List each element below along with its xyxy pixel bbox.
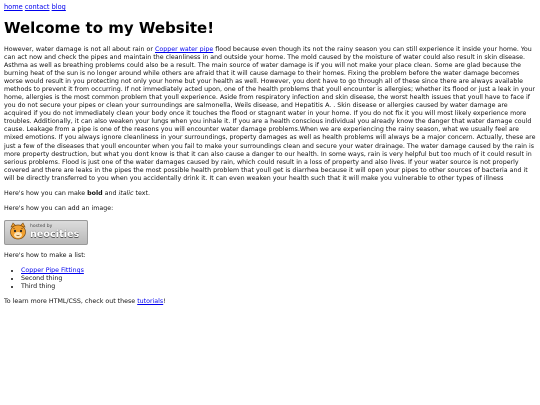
footer-suffix: ! <box>163 298 166 306</box>
page-title: Welcome to my Website! <box>4 19 215 38</box>
nav-link-blog[interactable]: blog <box>52 3 66 11</box>
copper-pipe-fittings-link[interactable]: Copper Pipe Fittings <box>21 267 84 274</box>
bold-italic-line: Here's how you can make bold and italic … <box>4 190 536 198</box>
nav-link-home[interactable]: home <box>4 3 23 11</box>
italic-text: italic <box>118 189 134 197</box>
image-caption: Here's how you can add an image: <box>4 204 114 212</box>
hosted-by-neocities-badge[interactable]: hosted by neocities <box>4 219 88 245</box>
neocities-cat-icon <box>10 222 26 240</box>
bold-italic-middle: and <box>102 189 119 197</box>
tutorials-link[interactable]: tutorials <box>137 298 163 305</box>
footer-line: To learn more HTML/CSS, check out these … <box>4 298 536 306</box>
bold-italic-suffix: text. <box>133 189 150 197</box>
list-item: Second thing <box>21 275 536 283</box>
list-item: Copper Pipe Fittings <box>21 267 536 275</box>
badge-text: hosted by neocities <box>30 225 79 239</box>
article-intro: However, water damage is not all about r… <box>4 45 155 53</box>
footer-prefix: To learn more HTML/CSS, check out these <box>4 298 138 306</box>
top-navigation: home contact blog <box>4 3 536 11</box>
copper-water-pipe-link[interactable]: Copper water pipe <box>155 46 213 53</box>
bold-italic-prefix: Here's how you can make <box>4 189 88 197</box>
list-caption: Here's how to make a list: <box>4 251 86 259</box>
bold-text: bold <box>87 189 103 197</box>
article-paragraph: However, water damage is not all about r… <box>4 46 536 183</box>
article-body: flood because even though its not the ra… <box>4 45 536 182</box>
nav-link-contact[interactable]: contact <box>25 3 50 11</box>
badge-big-text: neocities <box>30 228 80 240</box>
page-content: home contact blog Welcome to my Website!… <box>0 0 540 306</box>
example-list: Copper Pipe Fittings Second thing Third … <box>4 267 536 291</box>
list-item: Third thing <box>21 283 536 291</box>
